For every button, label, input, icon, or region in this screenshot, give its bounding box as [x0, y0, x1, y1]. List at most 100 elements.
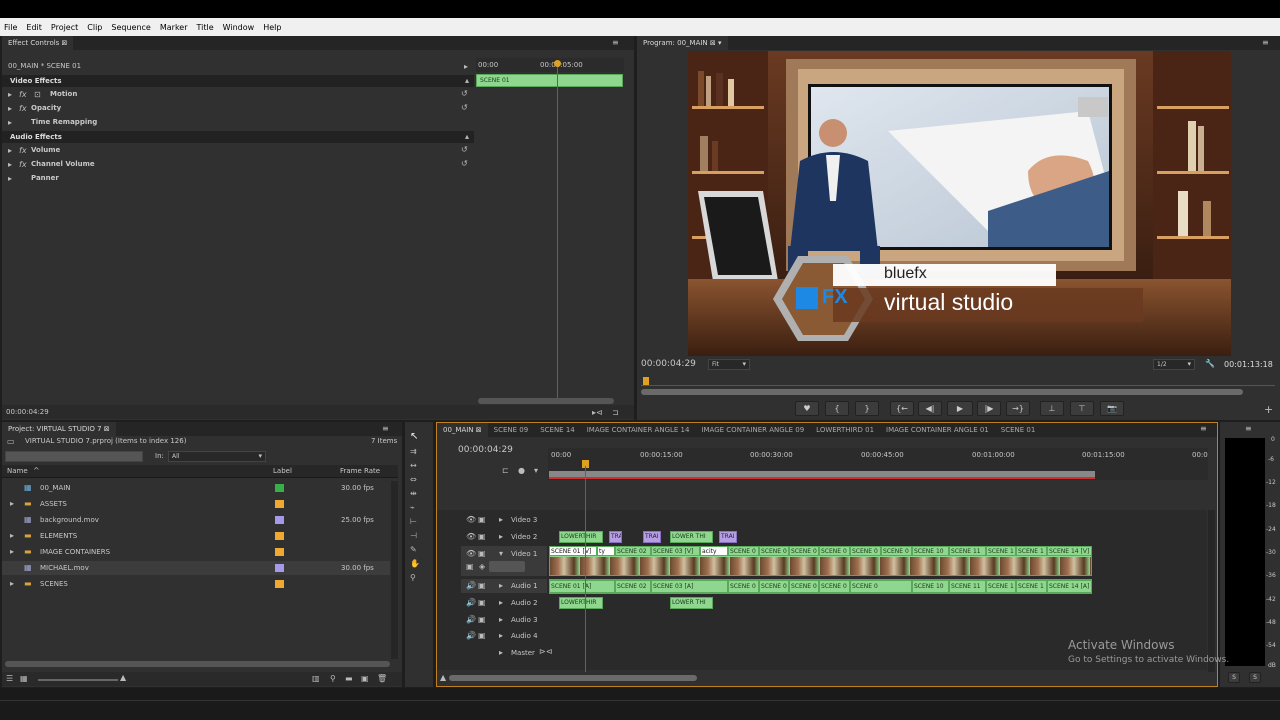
list-view-icon[interactable]: ☰: [6, 674, 13, 684]
expand-arrow-icon[interactable]: ▸: [8, 118, 12, 128]
fit-dropdown[interactable]: Fit ▾: [708, 359, 750, 370]
add-marker-icon[interactable]: ●: [518, 466, 525, 476]
expand-arrow-icon[interactable]: ▸: [10, 547, 14, 557]
timeline-clip[interactable]: acity: [700, 546, 728, 556]
timeline-clip[interactable]: SCENE 0: [881, 546, 912, 556]
eye-icon[interactable]: 👁: [466, 532, 476, 542]
project-row[interactable]: ▦ MICHAEL.mov 30.00 fps: [2, 561, 390, 575]
mark-out-button[interactable]: }: [855, 401, 879, 416]
expand-arrow-icon[interactable]: ▸: [8, 90, 12, 100]
reset-icon[interactable]: ↺: [461, 145, 468, 155]
sync-lock-icon[interactable]: ▣: [478, 532, 486, 542]
menu-title[interactable]: Title: [197, 23, 214, 32]
sync-lock-icon[interactable]: ▣: [478, 598, 486, 608]
effect-clip-bar[interactable]: SCENE 01: [476, 74, 623, 87]
solo-right-button[interactable]: S: [1249, 672, 1261, 683]
menu-edit[interactable]: Edit: [26, 23, 42, 32]
timeline-clip[interactable]: LOWER THI: [670, 531, 713, 543]
step-back-button[interactable]: ◀|: [918, 401, 942, 416]
expand-arrow-icon[interactable]: ▸: [499, 631, 503, 641]
menu-window[interactable]: Window: [223, 23, 255, 32]
timeline-clip[interactable]: SCENE 0: [728, 546, 759, 556]
collapse-arrow-icon[interactable]: ▾: [499, 549, 503, 559]
expand-arrow-icon[interactable]: ▸: [499, 648, 503, 658]
menu-help[interactable]: Help: [263, 23, 281, 32]
collapse-icon[interactable]: ▴: [465, 76, 469, 86]
timeline-clip[interactable]: SCENE 10: [912, 546, 949, 556]
timeline-clip[interactable]: LOWER THI: [670, 597, 713, 609]
zoom-slider[interactable]: [38, 679, 118, 681]
effect-volume[interactable]: Volume: [31, 146, 60, 154]
step-forward-button[interactable]: |▶: [977, 401, 1001, 416]
keyframe-nav[interactable]: [489, 561, 525, 572]
tab-sequence[interactable]: SCENE 01: [995, 423, 1042, 437]
expand-arrow-icon[interactable]: ▸: [8, 174, 12, 184]
timeline-clip[interactable]: SCENE 14 [V]: [1047, 546, 1092, 556]
display-style-icon[interactable]: ▣: [466, 562, 474, 572]
delete-icon[interactable]: 🗑: [377, 674, 387, 684]
program-ruler[interactable]: [641, 376, 1275, 386]
fx-icon[interactable]: fx: [19, 90, 27, 100]
expand-arrow-icon[interactable]: ▸: [8, 146, 12, 156]
add-marker-button[interactable]: ♥: [795, 401, 819, 416]
effect-zoom-scrollbar[interactable]: [478, 398, 614, 404]
expand-arrow-icon[interactable]: ▸: [10, 499, 14, 509]
fx-icon[interactable]: fx: [19, 104, 27, 114]
project-horizontal-scrollbar[interactable]: [5, 661, 390, 667]
menu-project[interactable]: Project: [51, 23, 78, 32]
timeline-clip[interactable]: SCENE 0: [789, 580, 819, 593]
project-row[interactable]: ▸ ▬ IMAGE CONTAINERS: [2, 545, 390, 559]
play-clip-icon[interactable]: ▸: [464, 62, 468, 72]
in-dropdown[interactable]: All ▾: [168, 451, 266, 462]
tab-program[interactable]: Program: 00_MAIN ⊠ ▾: [637, 36, 728, 50]
menu-marker[interactable]: Marker: [160, 23, 188, 32]
export-frame-button[interactable]: 📷: [1100, 401, 1124, 416]
fx-icon[interactable]: fx: [19, 160, 27, 170]
timeline-clip[interactable]: ty: [597, 546, 615, 556]
program-playhead-handle[interactable]: [643, 377, 649, 385]
expand-arrow-icon[interactable]: ▸: [10, 531, 14, 541]
column-label[interactable]: Label: [273, 467, 292, 475]
panel-menu-icon[interactable]: ≡: [1245, 424, 1252, 434]
zoom-tool-icon[interactable]: ⚲: [410, 573, 416, 583]
pen-tool-icon[interactable]: ✎: [410, 545, 417, 555]
timeline-clip[interactable]: TRAI: [719, 531, 737, 543]
play-button[interactable]: ▶: [947, 401, 973, 416]
menu-file[interactable]: File: [4, 23, 17, 32]
reset-icon[interactable]: ↺: [461, 159, 468, 169]
timeline-clip[interactable]: SCENE 0: [850, 546, 881, 556]
sync-lock-icon[interactable]: ▣: [478, 515, 486, 525]
timeline-clip[interactable]: SCENE 0: [759, 546, 789, 556]
tab-sequence[interactable]: LOWERTHIRD 01: [810, 423, 880, 437]
new-item-icon[interactable]: ▣: [361, 674, 369, 684]
export-icon[interactable]: ⊐: [612, 408, 619, 418]
speaker-icon[interactable]: 🔊: [466, 598, 476, 608]
project-vertical-scrollbar[interactable]: [391, 481, 398, 659]
timeline-clip[interactable]: SCENE 0: [789, 546, 819, 556]
selection-tool-icon[interactable]: ↖: [410, 432, 418, 442]
menu-sequence[interactable]: Sequence: [111, 23, 150, 32]
speaker-icon[interactable]: 🔊: [466, 581, 476, 591]
snap-icon[interactable]: ⊏: [502, 466, 509, 476]
timeline-clip[interactable]: SCENE 1: [1016, 546, 1047, 556]
timeline-clip[interactable]: SCENE 1: [1016, 580, 1047, 593]
zoom-out-icon[interactable]: ▲: [440, 673, 446, 683]
timeline-clip[interactable]: SCENE 14 [A]: [1047, 580, 1092, 593]
timeline-clip[interactable]: TRAI: [643, 531, 661, 543]
tab-sequence[interactable]: IMAGE CONTAINER ANGLE 09: [695, 423, 810, 437]
column-name[interactable]: Name: [7, 467, 28, 475]
effect-playhead-handle[interactable]: [554, 60, 561, 67]
menu-clip[interactable]: Clip: [87, 23, 102, 32]
new-bin-icon[interactable]: ▬: [345, 674, 353, 684]
collapse-icon[interactable]: ▴: [465, 132, 469, 142]
tab-sequence[interactable]: SCENE 09: [488, 423, 535, 437]
program-timecode[interactable]: 00:00:04:29: [641, 359, 696, 369]
tab-sequence[interactable]: SCENE 14: [534, 423, 581, 437]
icon-view-icon[interactable]: ▦: [20, 674, 28, 684]
automate-icon[interactable]: ▥: [312, 674, 320, 684]
search-input[interactable]: [5, 451, 143, 462]
expand-arrow-icon[interactable]: ▸: [8, 104, 12, 114]
panel-menu-icon[interactable]: ≡: [1262, 38, 1269, 48]
timeline-clip[interactable]: SCENE 0: [850, 580, 912, 593]
timeline-horizontal-scrollbar[interactable]: [449, 675, 697, 681]
